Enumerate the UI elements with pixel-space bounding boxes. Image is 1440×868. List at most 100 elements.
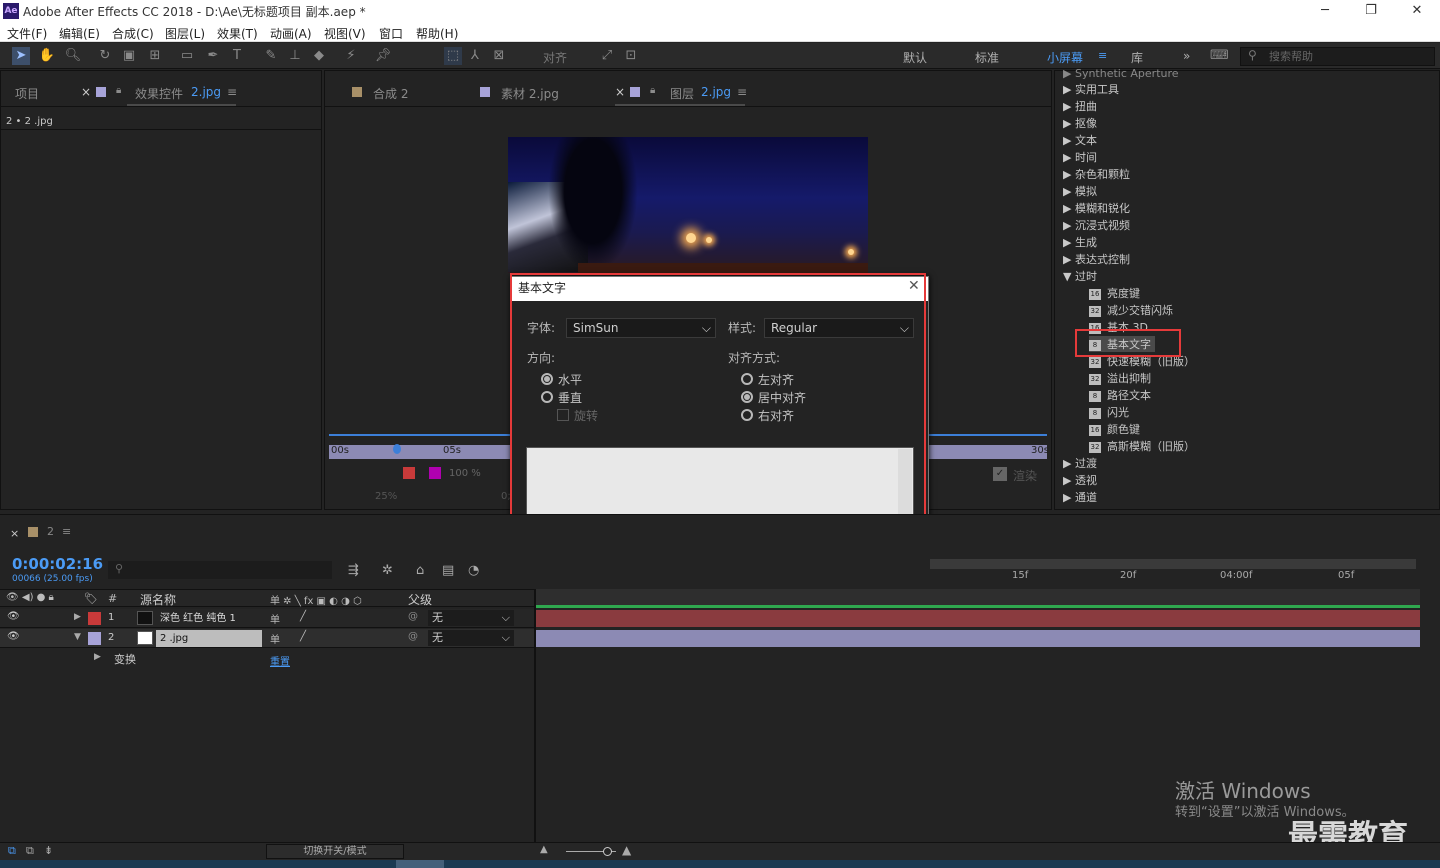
parent-header[interactable]: 父级 — [408, 591, 432, 608]
fx-category-item[interactable]: ▶ 沉浸式视频 — [1063, 217, 1130, 233]
tab-layer-file[interactable]: 2.jpg — [701, 85, 731, 99]
menu-edit[interactable]: 编辑(E) — [59, 25, 100, 42]
expand-layer-icon[interactable]: ▶ — [74, 612, 81, 622]
fx-category-item[interactable]: ▶ 模糊和锐化 — [1063, 200, 1130, 216]
source-name-header[interactable]: 源名称 — [140, 591, 176, 608]
layer-duration-bar[interactable] — [536, 630, 1420, 647]
frame-blending-icon[interactable]: ▤ — [442, 563, 454, 578]
hand-tool-icon[interactable]: ✋ — [38, 47, 56, 65]
tab-composition[interactable]: 合成 2 — [373, 85, 408, 102]
more-workspaces-icon[interactable]: » — [1183, 49, 1190, 63]
layer-switch-quality-icon[interactable]: ╱ — [300, 611, 306, 622]
minimize-button[interactable]: ─ — [1302, 0, 1348, 22]
tab-footage[interactable]: 素材 2.jpg — [501, 85, 559, 102]
fx-category-item[interactable]: ▶ 透视 — [1063, 472, 1097, 488]
playhead-handle[interactable] — [393, 444, 401, 454]
fx-category-item[interactable]: ▶ 模拟 — [1063, 183, 1097, 199]
timeline-tab[interactable]: 2 — [47, 525, 54, 538]
channel-red-icon[interactable] — [403, 467, 415, 479]
clone-stamp-tool-icon[interactable]: ⊥ — [286, 47, 304, 65]
menu-window[interactable]: 窗口 — [379, 25, 403, 42]
layer-lock-icon[interactable]: 🔒︎ — [650, 85, 655, 96]
render-checkbox[interactable]: ✓ — [993, 467, 1007, 481]
toggle-switches-modes-button[interactable]: 切换开关/模式 — [266, 844, 404, 859]
world-axis-icon[interactable]: ⅄ — [466, 47, 484, 65]
pen-tool-icon[interactable]: ✒ — [204, 47, 222, 65]
layer-search-input[interactable] — [108, 561, 332, 579]
expand-transform-icon[interactable]: ▶ — [94, 652, 101, 662]
help-search-input[interactable]: 搜索帮助 — [1240, 47, 1435, 66]
close-button[interactable]: ✕ — [1394, 0, 1440, 22]
transform-label[interactable]: 变换 — [114, 651, 136, 667]
workspace-menu-icon[interactable]: ≡ — [1098, 49, 1107, 62]
fx-obsolete-item[interactable]: 8 路径文本 — [1089, 387, 1151, 403]
selection-tool-icon[interactable]: ➤ — [12, 47, 30, 65]
fx-category-item[interactable]: ▶ 杂色和颗粒 — [1063, 166, 1130, 182]
layer-row[interactable]: 👁︎ ▶ 1 深色 红色 纯色 1 单 ╱ @ 无 ⌵ — [0, 609, 534, 628]
zoom-out-icon[interactable]: ▲ — [540, 844, 548, 855]
snap-options-icon[interactable]: ⊡ — [622, 47, 640, 65]
current-timecode[interactable]: 0:00:02:16 — [12, 555, 103, 573]
fx-obsolete-item[interactable]: 32 溢出抑制 — [1089, 370, 1151, 386]
layer-name[interactable]: 深色 红色 纯色 1 — [156, 610, 262, 627]
fx-category-item[interactable]: ▶ 抠像 — [1063, 115, 1097, 131]
work-area-bar[interactable] — [930, 559, 1416, 569]
modes-icon[interactable]: ⧉ — [26, 844, 34, 858]
type-tool-icon[interactable]: T — [228, 47, 246, 65]
taskbar-active-app[interactable] — [396, 860, 444, 868]
parent-pickwhip-icon[interactable]: @ — [408, 611, 418, 622]
fx-obsolete-item[interactable]: 16 颜色键 — [1089, 421, 1140, 437]
parent-pickwhip-icon[interactable]: @ — [408, 631, 418, 642]
close-tab-icon[interactable]: × — [81, 85, 91, 99]
parent-select[interactable]: 无 ⌵ — [428, 610, 514, 626]
workspace-default[interactable]: 默认 — [903, 49, 927, 66]
zoom-select[interactable]: 25% — [375, 491, 397, 502]
fx-category-item[interactable]: ▶ 扭曲 — [1063, 98, 1097, 114]
layer-label-color[interactable] — [88, 612, 101, 625]
layer-label-color[interactable] — [88, 632, 101, 645]
view-axis-icon[interactable]: ⊠ — [490, 47, 508, 65]
tab-effect-controls-file[interactable]: 2.jpg — [191, 85, 221, 99]
tab-layer[interactable]: 图层 — [670, 85, 694, 102]
viewer-menu-icon[interactable]: ≡ — [737, 85, 747, 99]
camera-tool-icon[interactable]: ▣ — [120, 47, 138, 65]
lock-icon[interactable]: 🔒︎ — [116, 85, 121, 96]
draft-3d-icon[interactable]: ✲ — [382, 563, 393, 578]
parent-select[interactable]: 无 ⌵ — [428, 630, 514, 646]
stretch-icon[interactable]: ⇟ — [44, 844, 53, 857]
roto-brush-tool-icon[interactable]: ⚡ — [342, 47, 360, 65]
layer-row[interactable]: 👁︎ ▼ 2 2 .jpg 单 ╱ @ 无 ⌵ — [0, 629, 534, 648]
layer-switch-shy-icon[interactable]: 单 — [270, 631, 280, 646]
fx-category-obsolete[interactable]: ▼ 过时 — [1063, 268, 1097, 284]
visibility-eye-icon[interactable]: 👁︎ — [7, 631, 20, 642]
comp-mini-flowchart-icon[interactable]: ⇶ — [348, 563, 359, 578]
workspace-library[interactable]: 库 — [1131, 49, 1143, 66]
brush-tool-icon[interactable]: ✎ — [262, 47, 280, 65]
fx-obsolete-item[interactable]: 32 减少交错闪烁 — [1089, 302, 1173, 318]
workspace-standard[interactable]: 标准 — [975, 49, 999, 66]
fx-obsolete-item[interactable]: 8 闪光 — [1089, 404, 1129, 420]
menu-layer[interactable]: 图层(L) — [165, 25, 205, 42]
rotate-tool-icon[interactable]: ↻ — [96, 47, 114, 65]
fx-category-item[interactable]: ▶ 生成 — [1063, 234, 1097, 250]
visibility-eye-icon[interactable]: 👁︎ — [7, 611, 20, 622]
fx-category-item[interactable]: ▶ 时间 — [1063, 149, 1097, 165]
channel-magenta-icon[interactable] — [429, 467, 441, 479]
puppet-pin-tool-icon[interactable]: 📌︎ — [374, 47, 392, 65]
motion-blur-icon[interactable]: ◔ — [468, 563, 479, 578]
snap-icon[interactable]: ⤢ — [598, 47, 616, 65]
reset-link[interactable]: 重置 — [270, 653, 290, 668]
menu-view[interactable]: 视图(V) — [324, 25, 366, 42]
zoom-in-icon[interactable]: ▲ — [622, 843, 631, 857]
zoom-slider-handle[interactable] — [603, 847, 612, 856]
layer-switch-shy-icon[interactable]: 单 — [270, 611, 280, 626]
zoom-tool-icon[interactable]: 🔍︎ — [64, 47, 82, 65]
layer-name[interactable]: 2 .jpg — [156, 630, 262, 647]
layer-duration-bar[interactable] — [536, 610, 1420, 627]
rectangle-tool-icon[interactable]: ▭ — [178, 47, 196, 65]
layer-switches-icon[interactable]: ⧉ — [8, 844, 16, 858]
fx-category-item[interactable]: ▶ 实用工具 — [1063, 81, 1119, 97]
shy-layers-icon[interactable]: ⌂ — [416, 563, 424, 578]
layer-switch-quality-icon[interactable]: ╱ — [300, 631, 306, 642]
close-timeline-tab-icon[interactable]: × — [10, 527, 19, 540]
